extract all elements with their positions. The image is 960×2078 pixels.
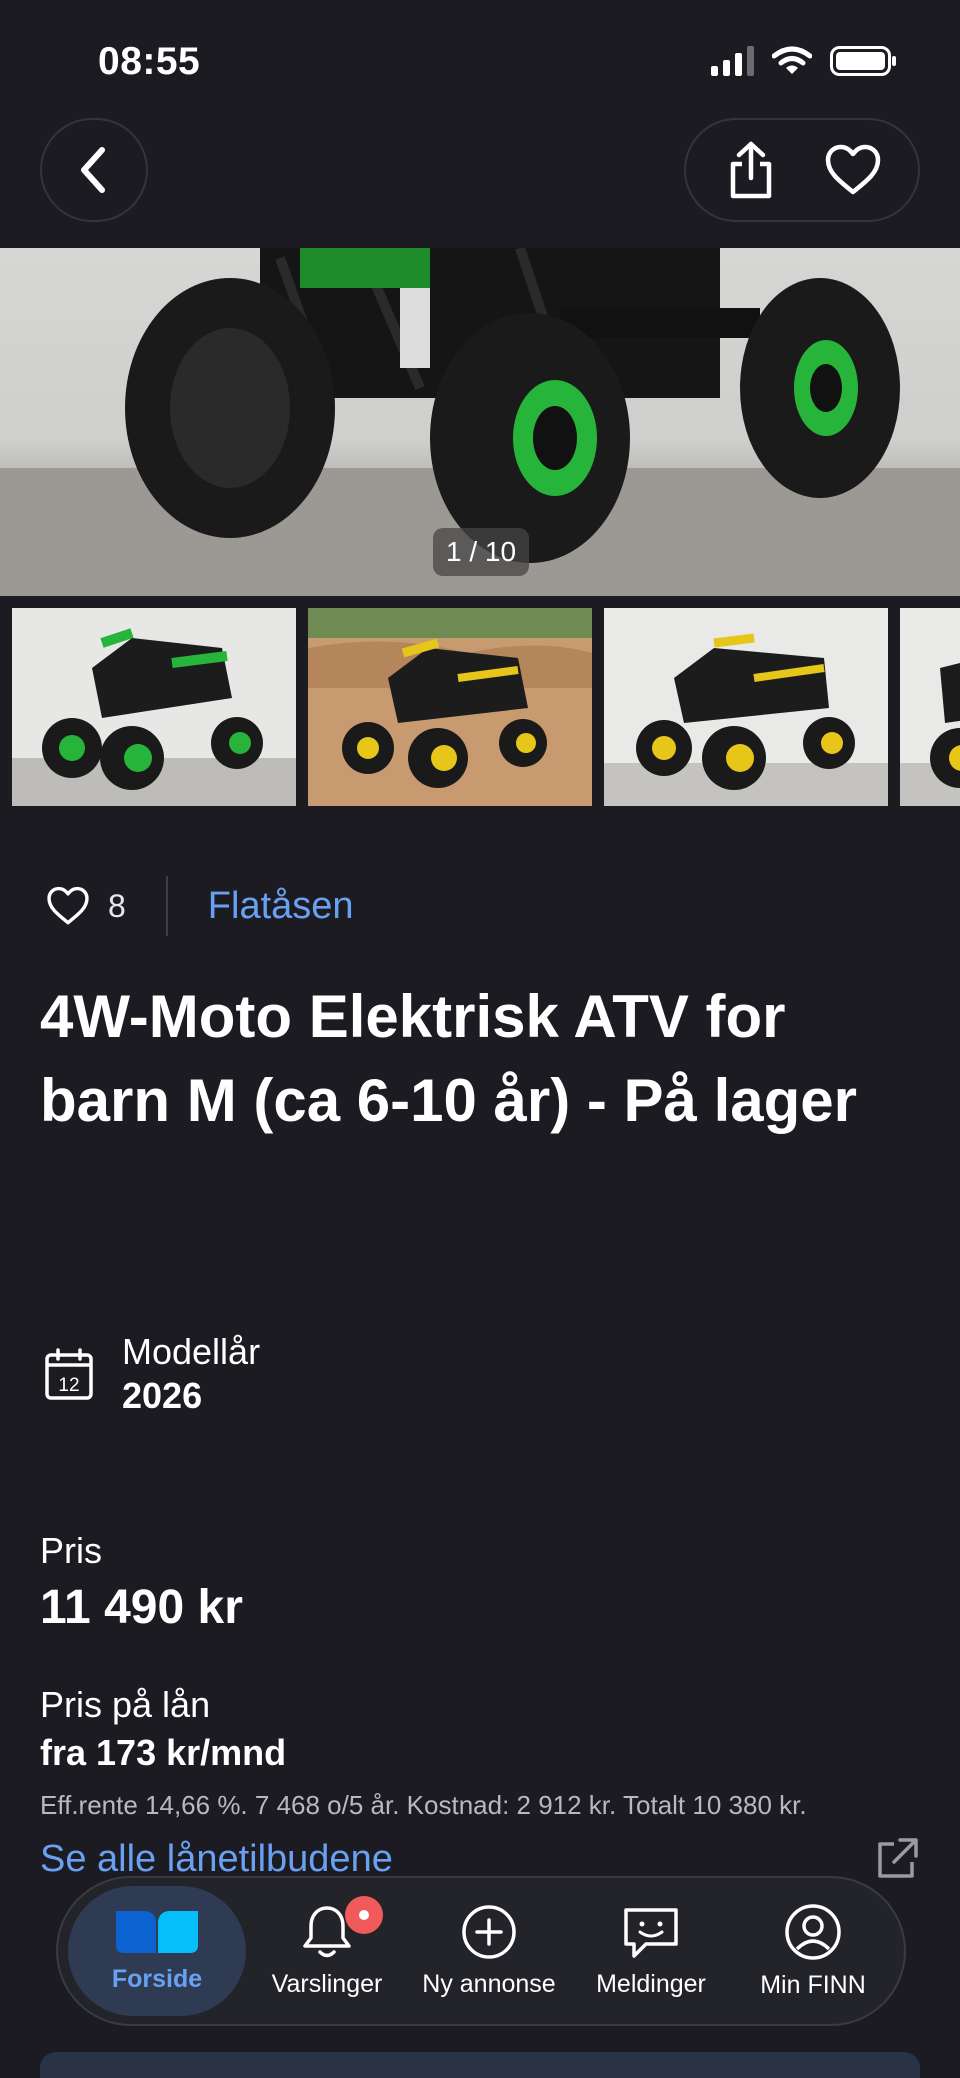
thumbnail-strip[interactable] (12, 608, 960, 806)
calendar-day: 12 (58, 1375, 79, 1396)
tab-ny-annonse[interactable]: Ny annonse (408, 1886, 570, 2016)
back-button[interactable] (40, 118, 148, 222)
status-icons (711, 46, 898, 76)
finn-logo-icon (116, 1910, 198, 1953)
atv-yellow-thumbnail (604, 608, 888, 806)
wifi-icon (772, 46, 812, 74)
thumbnail-4[interactable] (900, 608, 960, 806)
tab-label: Ny annonse (422, 1969, 556, 1998)
heart-icon (825, 144, 881, 195)
thumbnail-1[interactable] (12, 608, 296, 806)
model-year-label: Modellår (122, 1331, 261, 1372)
thumbnail-2[interactable] (308, 608, 592, 806)
bottom-tab-bar: Forside Varslinger Ny annonse Meldinger … (56, 1876, 906, 2026)
listing-meta-row: 8 Flatåsen (46, 876, 354, 936)
calendar-icon: 12 (45, 1348, 93, 1400)
cellular-signal-icon (711, 46, 754, 76)
tab-varslinger[interactable]: Varslinger (246, 1886, 408, 2016)
chevron-left-icon (81, 147, 105, 193)
heart-icon[interactable] (46, 886, 90, 926)
spec-model-year: 12 Modellår 2026 (44, 1330, 260, 1418)
bottom-action-card[interactable] (40, 2052, 920, 2078)
divider (165, 876, 168, 936)
atv-green-thumbnail (12, 608, 296, 806)
profile-icon (785, 1903, 841, 1960)
loan-details: Eff.rente 14,66 %. 7 468 o/5 år. Kostnad… (40, 1790, 807, 1820)
status-bar: 08:55 (0, 0, 960, 120)
notification-badge (345, 1896, 383, 1934)
loan-value: fra 173 kr/mnd (40, 1732, 287, 1773)
thumbnail-3[interactable] (604, 608, 888, 806)
tab-label: Varslinger (271, 1969, 383, 1998)
price-value: 11 490 kr (40, 1581, 243, 1634)
battery-icon (830, 46, 896, 76)
price-label: Pris (40, 1530, 102, 1571)
status-time: 08:55 (98, 40, 201, 83)
tab-label: Meldinger (596, 1969, 706, 1998)
tab-min-finn[interactable]: Min FINN (732, 1886, 894, 2016)
chat-icon (624, 1907, 678, 1958)
location-link[interactable]: Flatåsen (208, 885, 354, 928)
share-button[interactable] (711, 130, 791, 210)
loan-offers-link[interactable]: Se alle lånetilbudene (40, 1838, 393, 1881)
tab-forside[interactable]: Forside (68, 1886, 246, 2016)
favorite-button[interactable] (813, 130, 893, 210)
share-icon (730, 141, 772, 199)
atv-partial-thumbnail (900, 608, 960, 806)
atv-yellow-dirt-thumbnail (308, 608, 592, 806)
tab-label: Forside (111, 1964, 203, 1993)
tab-meldinger[interactable]: Meldinger (570, 1886, 732, 2016)
favorites-count: 8 (108, 887, 126, 924)
actions-pill (684, 118, 920, 222)
tab-label: Min FINN (760, 1970, 866, 1999)
plus-circle-icon (462, 1904, 516, 1959)
gallery-counter: 1 / 10 (433, 528, 529, 576)
loan-label: Pris på lån (40, 1684, 211, 1725)
model-year-value: 2026 (122, 1375, 203, 1416)
external-link-icon[interactable] (874, 1836, 920, 1882)
listing-title: 4W-Moto Elektrisk ATV for barn M (ca 6-1… (40, 983, 857, 1134)
